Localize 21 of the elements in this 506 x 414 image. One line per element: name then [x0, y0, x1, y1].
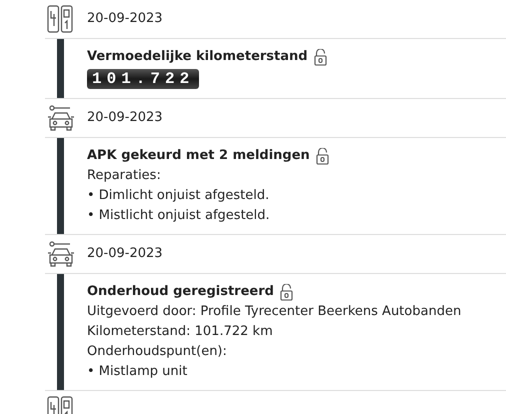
unlocked-padlock-icon [280, 284, 293, 300]
event-detail: • Mistlamp unit [87, 363, 188, 381]
event-detail: Kilometerstand: 101.722 km [87, 323, 274, 341]
event-detail: Reparaties: [87, 167, 162, 185]
odometer-icon [47, 5, 73, 33]
car-service-icon [47, 105, 75, 131]
odometer-reading: 101.722 [87, 69, 200, 89]
event-date: 20-09-2023 [87, 10, 163, 28]
event-detail: Onderhoudspunt(en): [87, 343, 228, 361]
event-date: 20-09-2023 [87, 245, 163, 264]
event-detail: • Mistlicht onjuist afgesteld. [87, 207, 271, 225]
unlocked-padlock-icon [316, 148, 329, 164]
event-detail: • Dimlicht onjuist afgesteld. [87, 187, 270, 205]
event-title: APK gekeurd met 2 meldingen [87, 147, 310, 165]
car-service-icon [47, 241, 75, 267]
event-title: Onderhoud geregistreerd [87, 283, 274, 301]
event-date: 20-09-2023 [87, 109, 163, 128]
unlocked-padlock-icon [314, 48, 327, 66]
event-detail: Uitgevoerd door: Profile Tyrecenter Beerkens Autobanden [87, 303, 462, 321]
timeline-bar [57, 39, 64, 98]
event-title: Vermoedelijke kilometerstand [87, 48, 308, 66]
